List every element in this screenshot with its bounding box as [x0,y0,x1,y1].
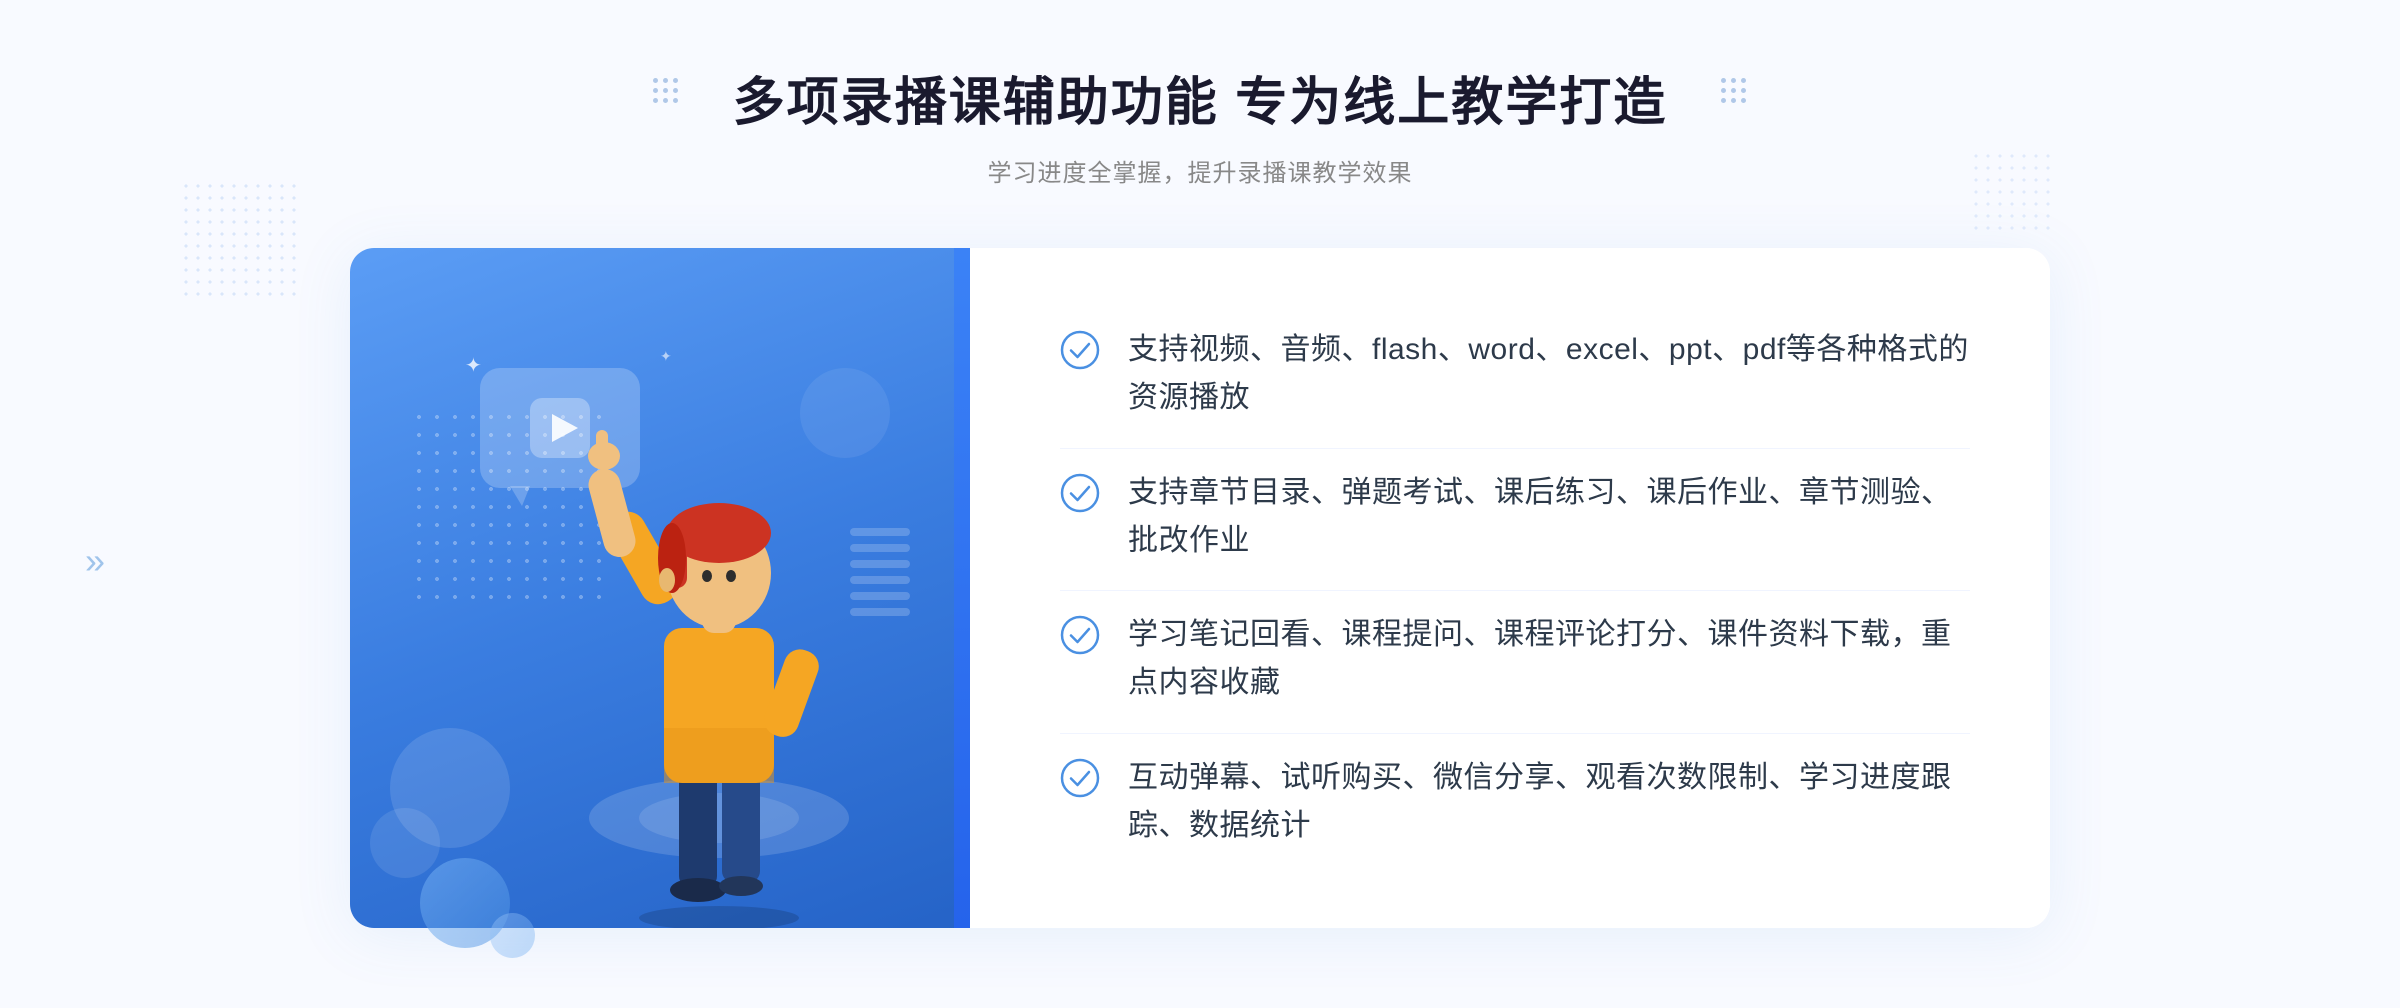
header-dots-right [1721,78,1747,104]
dots-decoration-left [180,180,300,300]
feature-text-1: 支持视频、音频、flash、word、excel、ppt、pdf等各种格式的资源… [1128,326,1970,422]
check-icon-3 [1060,615,1100,655]
header-dots-left [653,78,679,104]
feature-item-4: 互动弹幕、试听购买、微信分享、观看次数限制、学习进度跟踪、数据统计 [1060,733,1970,870]
dots-decoration-right [1970,150,2050,230]
feature-item-3: 学习笔记回看、课程提问、课程评论打分、课件资料下载，重点内容收藏 [1060,590,1970,727]
feature-item-2: 支持章节目录、弹题考试、课后练习、课后作业、章节测验、批改作业 [1060,448,1970,585]
header-section: 多项录播课辅助功能 专为线上教学打造 学习进度全掌握，提升录播课教学效果 [733,60,1667,188]
features-panel: 支持视频、音频、flash、word、excel、ppt、pdf等各种格式的资源… [970,248,2050,928]
feature-item-1: 支持视频、音频、flash、word、excel、ppt、pdf等各种格式的资源… [1060,306,1970,442]
illustration-panel: ✦ ✦ [350,248,970,928]
dot-grid-right [1721,78,1747,104]
content-card: ✦ ✦ [350,248,2050,928]
page-subtitle: 学习进度全掌握，提升录播课教学效果 [733,153,1667,188]
check-icon-1 [1060,330,1100,370]
deco-circle-small [490,913,535,958]
check-icon-2 [1060,473,1100,513]
feature-text-4: 互动弹幕、试听购买、微信分享、观看次数限制、学习进度跟踪、数据统计 [1128,754,1970,850]
page-title: 多项录播课辅助功能 专为线上教学打造 [733,60,1667,135]
sparkle-icon-2: ✦ [660,348,672,365]
illustration-circle-2 [370,808,440,878]
check-icon-4 [1060,758,1100,798]
feature-text-2: 支持章节目录、弹题考试、课后练习、课后作业、章节测验、批改作业 [1128,469,1970,565]
human-figure-illustration [564,388,884,928]
arrow-decoration-left: » [85,540,105,582]
page-container: » 多项录播课辅助功能 专为线上教学打造 学习进度全掌握，提升录播课教学效果 [0,0,2400,1008]
feature-text-3: 学习笔记回看、课程提问、课程评论打分、课件资料下载，重点内容收藏 [1128,611,1970,707]
sparkle-icon: ✦ [465,353,482,378]
dot-grid-left [653,78,679,104]
